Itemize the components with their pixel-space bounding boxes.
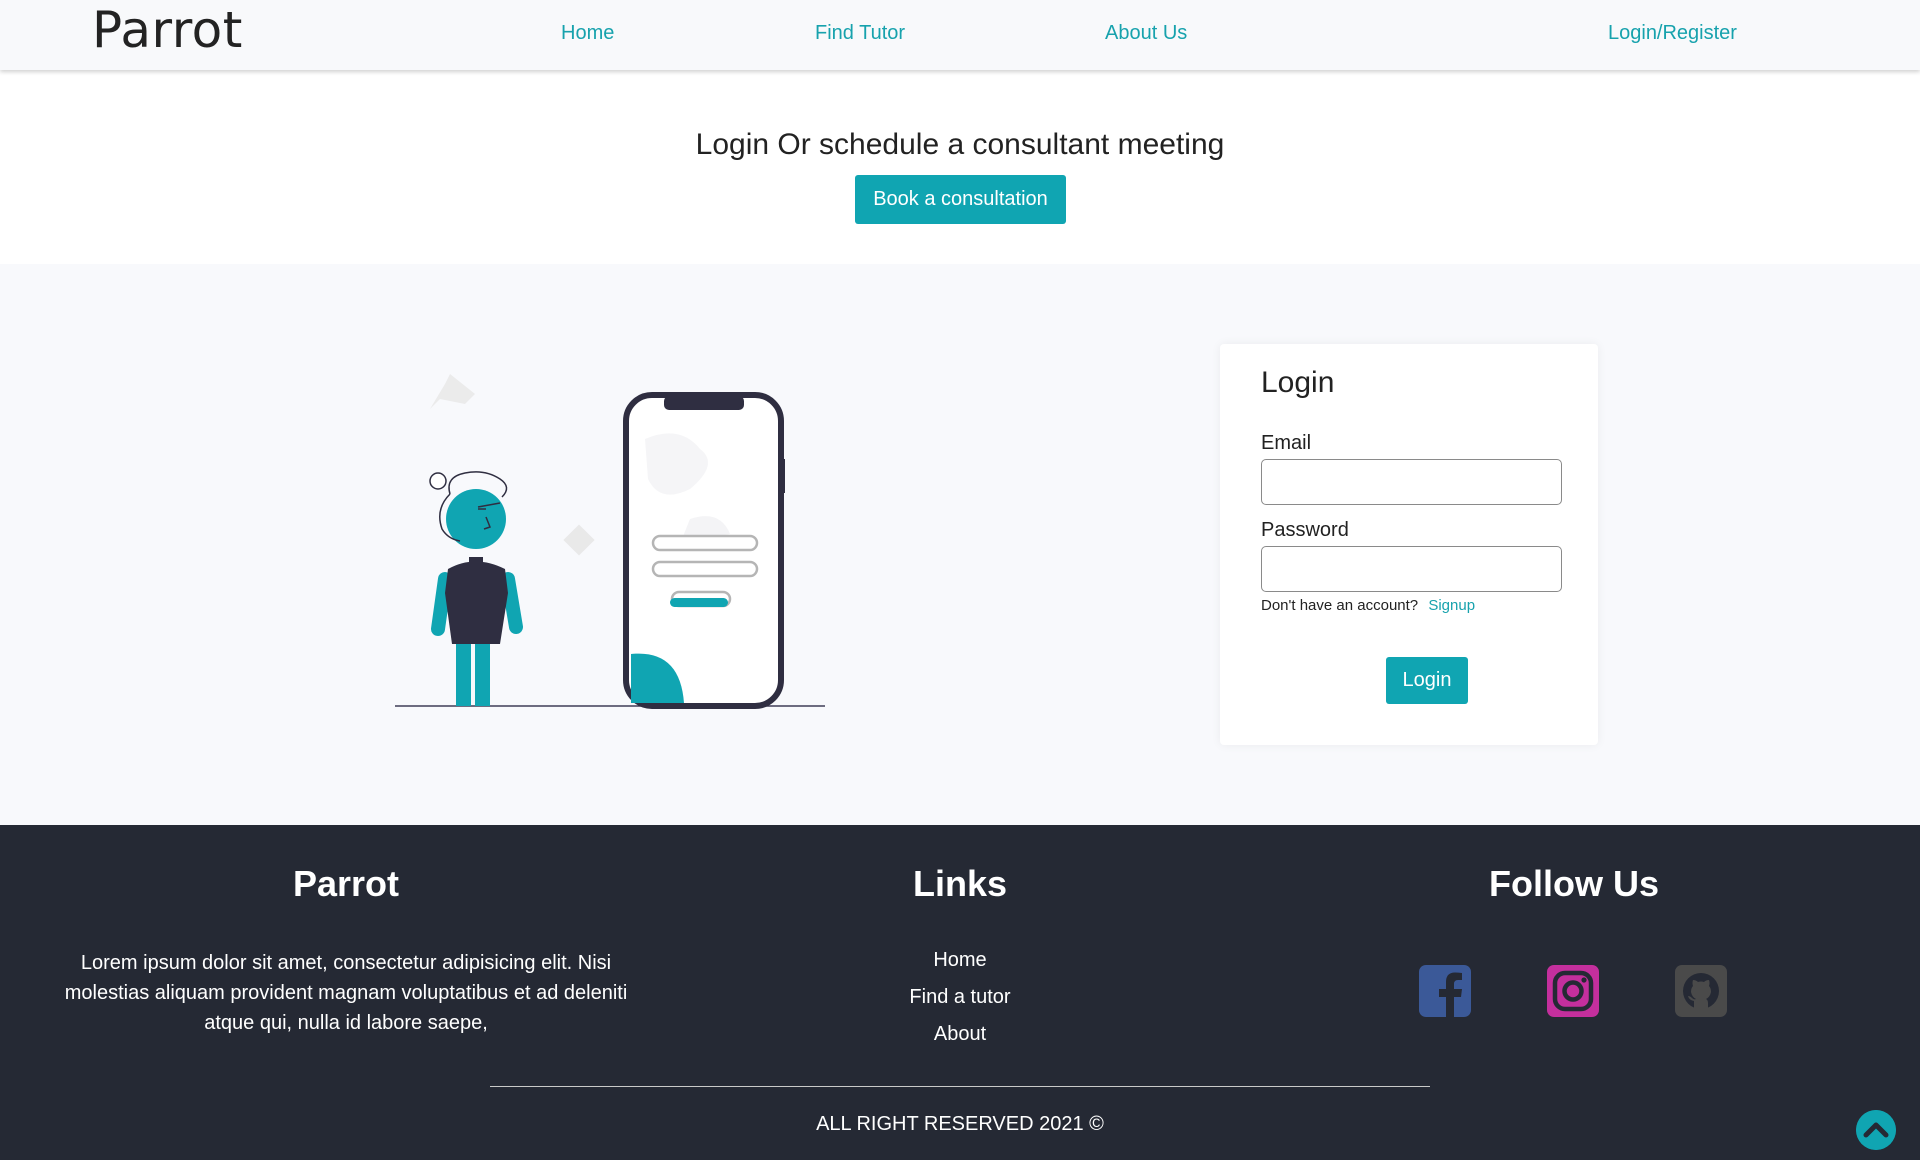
footer-links-heading: Links [912,863,1008,904]
footer-link-about[interactable]: About [760,1016,1160,1053]
footer-link-find-tutor[interactable]: Find a tutor [760,979,1160,1016]
email-field[interactable] [1261,459,1562,505]
password-field[interactable] [1261,546,1562,592]
brand-logo[interactable]: Parrot [92,0,243,60]
navbar: Parrot Home Find Tutor About Us Login/Re… [0,0,1920,70]
scroll-to-top-button[interactable] [1856,1110,1896,1150]
footer-link-home[interactable]: Home [760,942,1160,979]
copyright-text: ALL RIGHT RESERVED 2021 © [816,1113,1104,1135]
signup-prompt-text: Don't have an account? [1261,597,1419,614]
footer-about-text: Lorem ipsum dolor sit amet, consectetur … [64,952,628,1034]
facebook-icon[interactable] [1419,965,1471,1017]
footer-links: Home Find a tutor About [760,942,1160,1053]
book-consultation-button[interactable]: Book a consultation [855,175,1066,224]
nav-link-about-us[interactable]: About Us [1105,22,1187,45]
footer: Parrot Lorem ipsum dolor sit amet, conse… [0,825,1920,1160]
login-card: Login Email Password Don't have an accou… [1220,344,1598,745]
hero-section: Login Or schedule a consultant meeting B… [0,70,1920,264]
nav-link-find-tutor[interactable]: Find Tutor [815,22,905,45]
email-label: Email [1261,432,1312,454]
footer-divider [490,1086,1430,1087]
login-button[interactable]: Login [1386,657,1468,704]
hero-title: Login Or schedule a consultant meeting [695,128,1225,161]
signup-link[interactable]: Signup [1428,597,1475,614]
nav-link-home[interactable]: Home [561,22,614,45]
nav-link-login-register[interactable]: Login/Register [1608,22,1737,45]
footer-brand-heading: Parrot [292,863,400,904]
login-card-title: Login [1261,366,1335,399]
github-icon[interactable] [1675,965,1727,1017]
footer-follow-heading: Follow Us [1489,863,1659,904]
password-label: Password [1261,519,1349,541]
signup-prompt: Don't have an account? Signup [1261,597,1475,614]
login-illustration [395,374,825,709]
instagram-icon[interactable] [1547,965,1599,1017]
login-section: Login Email Password Don't have an accou… [0,264,1920,825]
